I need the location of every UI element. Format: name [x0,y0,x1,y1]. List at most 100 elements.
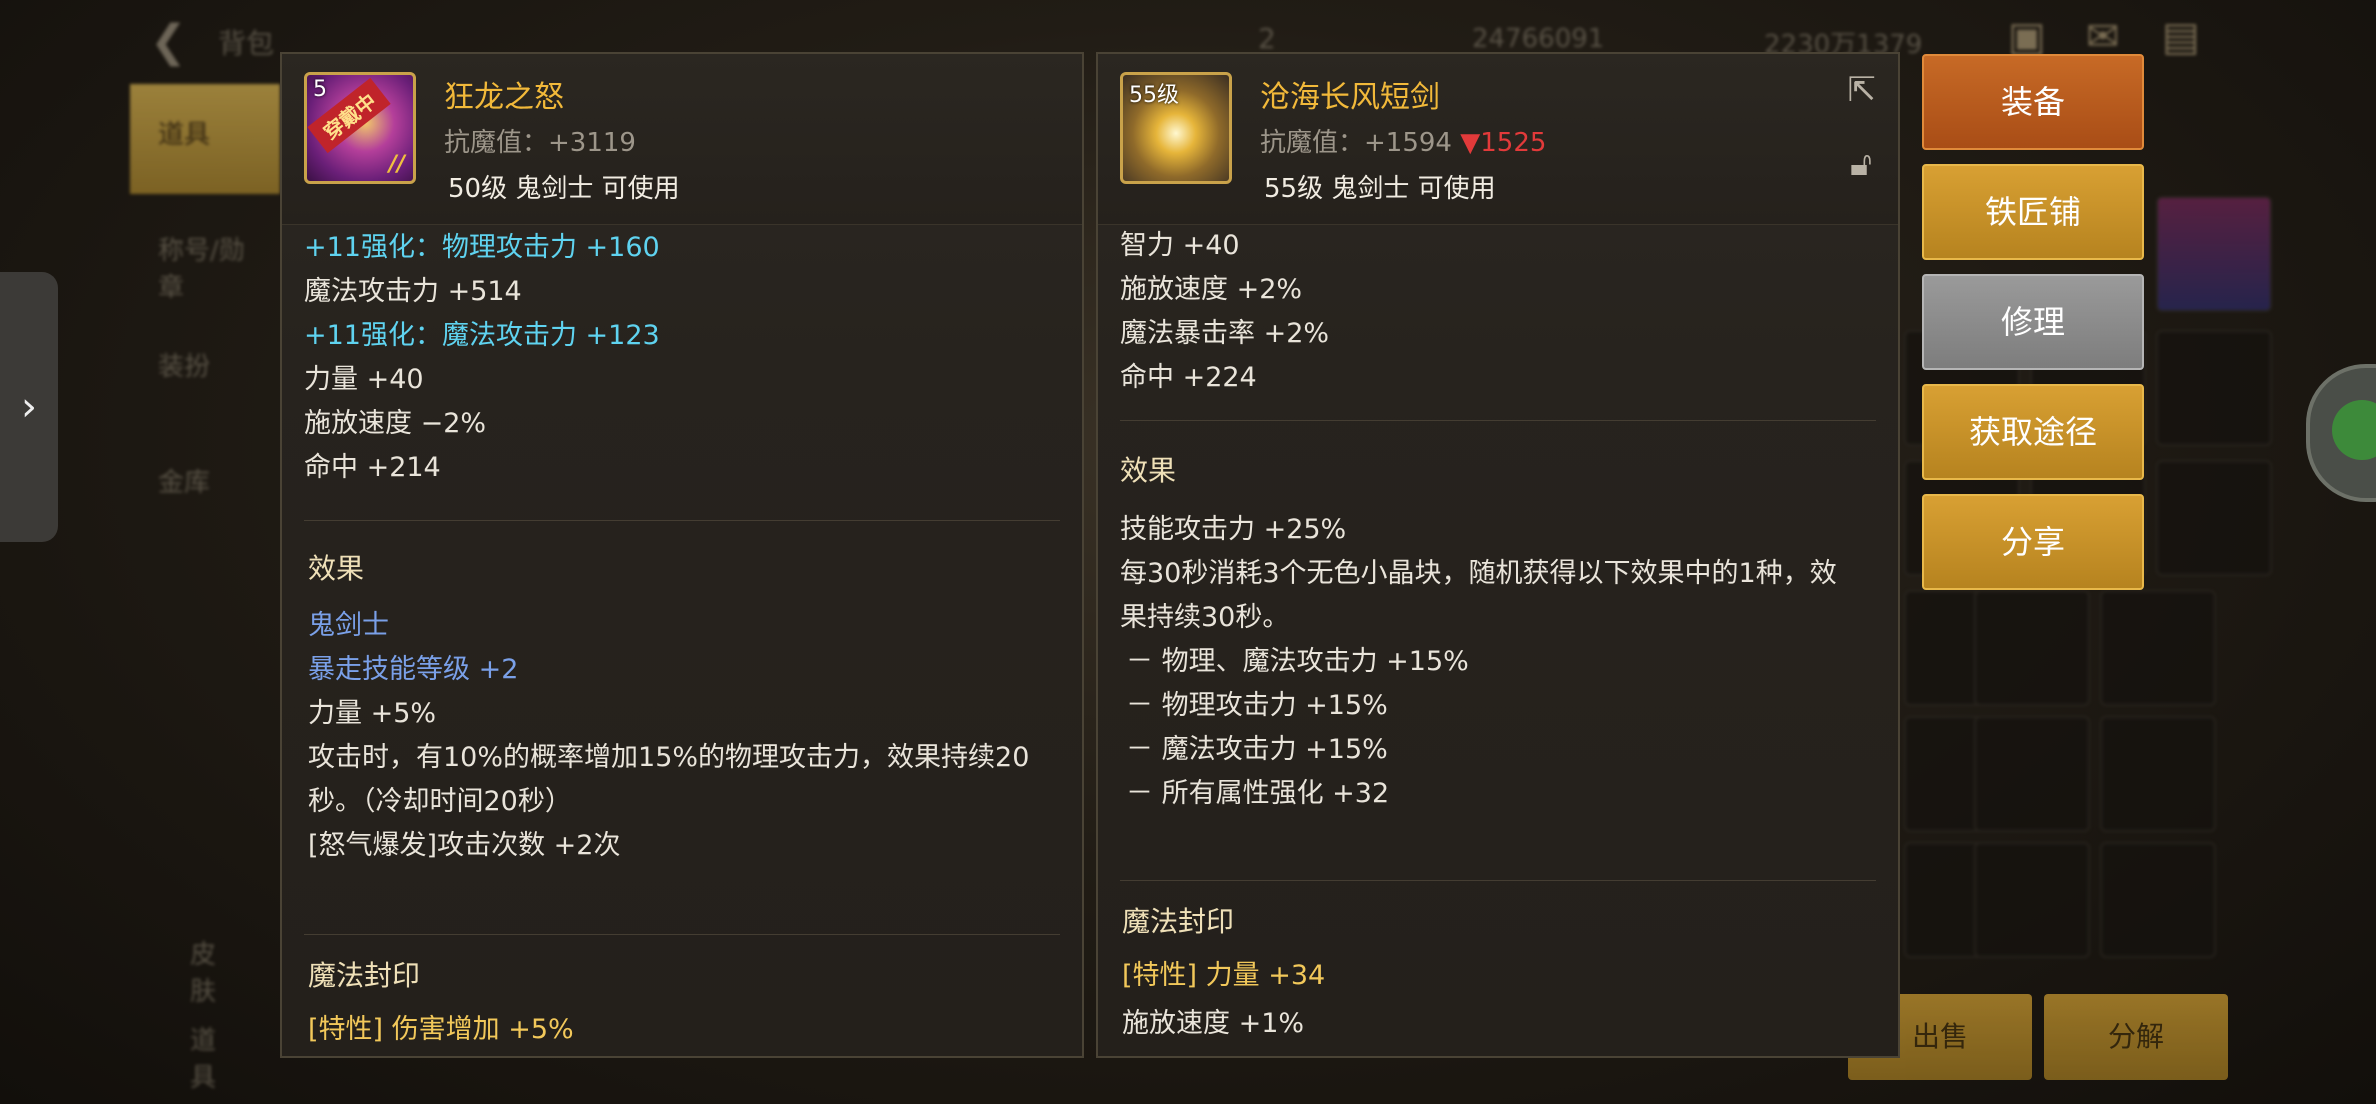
divider [1120,880,1876,881]
side-skin-toggle[interactable]: 皮肤 [130,924,280,1007]
disassemble-label: 分解 [2107,1020,2164,1053]
seal-section: 魔法封印 [特性] 力量 +34 施放速度 +1% [1122,890,1876,1046]
effect-section: 效果 技能攻击力 +25% 每30秒消耗3个无色小晶块，随机获得以下效果中的1种… [1120,434,1876,816]
equip-button[interactable]: 装备 [1922,54,2144,150]
inventory-slot[interactable] [2100,590,2216,706]
inventory-slot[interactable] [2156,330,2272,446]
stat-line: 施放速度 −2% [304,408,487,439]
side-tab-label: 装扮 [158,352,211,382]
stat-line: 命中 +214 [304,452,441,483]
blacksmith-label: 铁匠铺 [1984,193,2081,231]
disassemble-button[interactable]: 分解 [2044,994,2228,1080]
side-item-toggle[interactable]: 道具 [130,1010,280,1093]
share-out-icon[interactable]: ⇱ [1848,70,1877,110]
seal-section: 魔法封印 [特性] 伤害增加 +5% [308,944,1060,1052]
side-tab-label: 称号/勋章 [158,236,245,303]
tooltip-header: 5 穿戴中 // 狂龙之怒 抗魔值：+3119 50级 鬼剑士 可使用 [282,54,1082,225]
grade-mark-icon: // [388,152,405,177]
compare-item-tooltip: 55级 沧海长风短剑 抗魔值：+1594 ▼1525 55级 鬼剑士 可使用 ⇱… [1096,52,1900,1058]
side-tab-items[interactable]: 道具 [130,84,280,194]
resist-label: 抗魔值： [1260,128,1365,158]
inventory-slot[interactable] [1974,590,2090,706]
lock-icon[interactable]: 🔓︎ [1850,144,1872,184]
level-tag: 55级 [1129,83,1179,108]
wechat-icon [2332,400,2376,460]
side-tab-label: 道具 [158,120,211,150]
blacksmith-button[interactable]: 铁匠铺 [1922,164,2144,260]
seal-line: 施放速度 +1% [1122,1008,1305,1039]
chevron-right-icon: › [21,384,37,430]
repair-label: 修理 [2000,303,2065,341]
stat-line: 智力 +40 [1120,230,1240,261]
side-bottom-label: 皮肤 [190,940,217,1007]
stat-line: 力量 +40 [304,364,424,395]
seal-title: 魔法封印 [308,959,421,992]
stat-line: +11强化：魔法攻击力 +123 [304,320,660,351]
side-drawer-handle[interactable]: › [0,272,58,542]
back-arrow-icon[interactable]: ❮ [150,16,187,67]
page-title: 背包 [218,27,275,60]
item-name: 沧海长风短剑 [1260,80,1440,115]
effect-line: － 物理、魔法攻击力 +15% [1126,646,1469,677]
divider [1120,420,1876,421]
repair-button[interactable]: 修理 [1922,274,2144,370]
resist-stat: 抗魔值：+1594 ▼1525 [1260,122,1546,159]
equipped-item-tooltip: 5 穿戴中 // 狂龙之怒 抗魔值：+3119 50级 鬼剑士 可使用 +11强… [280,52,1084,1058]
stat-line: 魔法攻击力 +514 [304,276,522,307]
side-tab-avatar[interactable]: 装扮 [130,316,280,426]
effect-line: 秒。（冷却时间20秒） [308,786,572,817]
effect-line: 暴走技能等级 +2 [308,654,519,685]
stat-line: 施放速度 +2% [1120,274,1303,305]
sell-label: 出售 [1911,1020,1968,1053]
inventory-slot[interactable] [1974,842,2090,958]
effect-line: － 物理攻击力 +15% [1126,690,1388,721]
stat-line: 魔法暴击率 +2% [1120,318,1330,349]
gold-amount: 24766091 [1472,24,1605,54]
stats-list: +11强化：物理攻击力 +160 魔法攻击力 +514 +11强化：魔法攻击力 … [304,226,1060,490]
effect-line: － 魔法攻击力 +15% [1126,734,1388,765]
seal-line: [特性] 伤害增加 +5% [308,1014,574,1045]
effect-line: 力量 +5% [308,698,437,729]
chat-icon[interactable]: ▤ [2162,14,2200,60]
effect-line: 每30秒消耗3个无色小晶块，随机获得以下效果中的1种，效 [1120,558,1837,589]
inventory-slot[interactable] [2100,842,2216,958]
inventory-slot[interactable] [2156,196,2272,312]
item-requirement: 55级 鬼剑士 可使用 [1264,174,1496,204]
resist-stat: 抗魔值：+3119 [444,122,636,159]
inventory-slot[interactable] [1974,716,2090,832]
obtain-source-label: 获取途径 [1968,413,2097,451]
effect-line: 技能攻击力 +25% [1120,514,1347,545]
seal-title: 魔法封印 [1122,905,1235,938]
stats-list: 智力 +40 施放速度 +2% 魔法暴击率 +2% 命中 +224 [1120,224,1876,400]
seal-line: [特性] 力量 +34 [1122,960,1326,991]
effect-line: 攻击时，有10%的概率增加15%的物理攻击力，效果持续20 [308,742,1030,773]
effect-line: [怒气爆发]攻击次数 +2次 [308,830,621,861]
stat-line: 命中 +224 [1120,362,1257,393]
side-tab-vault[interactable]: 金库 [130,432,280,542]
stat-line: +11强化：物理攻击力 +160 [304,232,660,263]
resist-value: +3119 [548,128,636,158]
level-tag: 5 [313,77,327,102]
inventory-slot[interactable] [2100,716,2216,832]
side-bottom-label: 道具 [190,1026,217,1093]
effect-section: 效果 鬼剑士 暴走技能等级 +2 力量 +5% 攻击时，有10%的概率增加15%… [308,534,1060,868]
obtain-source-button[interactable]: 获取途径 [1922,384,2144,480]
count-label: 2 [1258,22,1276,55]
resist-value: +1594 [1364,128,1452,158]
effect-title: 效果 [308,552,365,585]
divider [304,520,1060,521]
resist-label: 抗魔值： [444,128,549,158]
side-tab-titles[interactable]: 称号/勋章 [130,200,280,310]
divider [304,934,1060,935]
share-label: 分享 [2000,523,2065,561]
inventory-slot[interactable] [2156,460,2272,576]
item-icon: 55级 [1120,72,1232,184]
side-tab-label: 金库 [158,468,211,498]
effect-line: － 所有属性强化 +32 [1126,778,1390,809]
share-button[interactable]: 分享 [1922,494,2144,590]
effect-line: 果持续30秒。 [1120,602,1290,633]
item-icon: 5 穿戴中 // [304,72,416,184]
tooltip-header: 55级 沧海长风短剑 抗魔值：+1594 ▼1525 55级 鬼剑士 可使用 ⇱… [1098,54,1898,225]
item-name: 狂龙之怒 [444,80,564,115]
equip-label: 装备 [2000,83,2065,121]
